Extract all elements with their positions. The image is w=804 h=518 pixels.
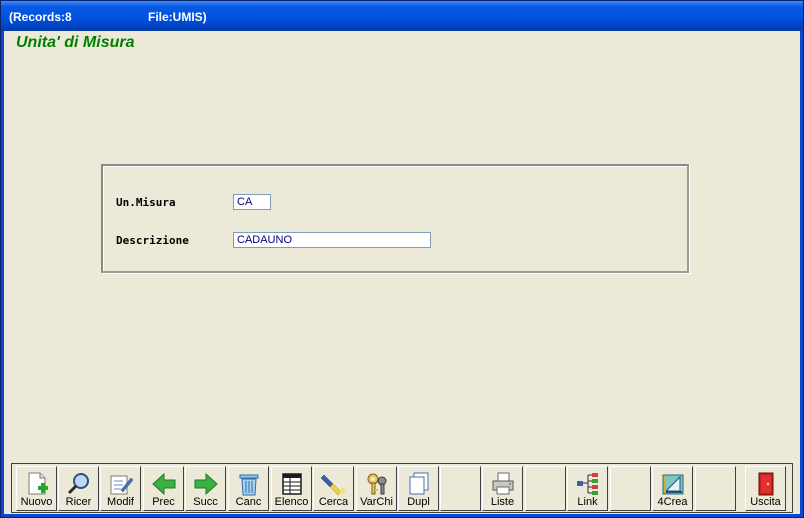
empty-button-3[interactable] bbox=[610, 466, 651, 511]
crea-button[interactable]: 4Crea bbox=[652, 466, 693, 511]
prec-button[interactable]: Prec bbox=[143, 466, 184, 511]
ricer-button[interactable]: Ricer bbox=[58, 466, 99, 511]
cerca-label: Cerca bbox=[318, 496, 349, 508]
arrow-left-icon bbox=[151, 472, 175, 496]
dupl-button[interactable]: Dupl bbox=[398, 466, 439, 511]
misura-label: Un.Misura bbox=[116, 196, 176, 209]
window-border-bottom bbox=[1, 514, 803, 517]
canc-label: Canc bbox=[235, 496, 262, 508]
succ-label: Succ bbox=[193, 496, 218, 508]
table-list-icon bbox=[281, 473, 302, 495]
descrizione-label: Descrizione bbox=[116, 234, 189, 247]
duplicate-icon bbox=[409, 472, 428, 495]
ricer-label: Ricer bbox=[65, 496, 92, 508]
liste-button[interactable]: Liste bbox=[482, 466, 523, 511]
network-tree-icon bbox=[576, 473, 598, 495]
uscita-button[interactable]: Uscita bbox=[745, 466, 786, 511]
new-document-icon bbox=[28, 472, 48, 495]
printer-icon bbox=[492, 472, 513, 495]
exit-door-icon bbox=[758, 472, 773, 496]
toolbar: Nuovo Ricer Modif Prec Succ Canc Elenco … bbox=[11, 463, 793, 513]
record-panel: Un.Misura CA Descrizione CADAUNO bbox=[101, 164, 689, 273]
records-count: (Records:8 bbox=[9, 10, 72, 24]
liste-label: Liste bbox=[490, 496, 515, 508]
varchi-label: VarChi bbox=[360, 496, 393, 508]
elenco-button[interactable]: Elenco bbox=[271, 466, 312, 511]
form-title: Unita' di Misura bbox=[16, 34, 135, 51]
window-border-right bbox=[800, 31, 803, 517]
drafting-tools-icon bbox=[662, 474, 683, 495]
edit-document-icon bbox=[110, 475, 133, 495]
modif-button[interactable]: Modif bbox=[100, 466, 141, 511]
flashlight-icon bbox=[320, 474, 346, 496]
succ-button[interactable]: Succ bbox=[185, 466, 226, 511]
descrizione-field[interactable]: CADAUNO bbox=[233, 232, 431, 248]
cerca-button[interactable]: Cerca bbox=[313, 466, 354, 511]
canc-button[interactable]: Canc bbox=[228, 466, 269, 511]
empty-button-1[interactable] bbox=[440, 466, 481, 511]
nuovo-label: Nuovo bbox=[20, 496, 53, 508]
dupl-label: Dupl bbox=[407, 496, 430, 508]
title-bar[interactable]: (Records:8 File:UMIS) bbox=[1, 1, 803, 31]
empty-button-2[interactable] bbox=[525, 466, 566, 511]
uscita-label: Uscita bbox=[750, 496, 781, 508]
trash-icon bbox=[239, 474, 258, 496]
arrow-right-icon bbox=[194, 472, 218, 496]
empty-button-4[interactable] bbox=[695, 466, 736, 511]
elenco-label: Elenco bbox=[274, 496, 309, 508]
prec-label: Prec bbox=[152, 496, 175, 508]
file-name: File:UMIS) bbox=[148, 10, 207, 24]
magnifier-icon bbox=[67, 473, 89, 495]
misura-field[interactable]: CA bbox=[233, 194, 271, 210]
modif-label: Modif bbox=[107, 496, 134, 508]
varchi-button[interactable]: VarChi bbox=[356, 466, 397, 511]
crea-label: 4Crea bbox=[657, 496, 688, 508]
nuovo-button[interactable]: Nuovo bbox=[16, 466, 57, 511]
keys-icon bbox=[367, 473, 386, 495]
window-border-left bbox=[1, 31, 4, 517]
link-button[interactable]: Link bbox=[567, 466, 608, 511]
link-label: Link bbox=[577, 496, 598, 508]
main-window: (Records:8 File:UMIS) Unita' di Misura U… bbox=[0, 0, 804, 518]
